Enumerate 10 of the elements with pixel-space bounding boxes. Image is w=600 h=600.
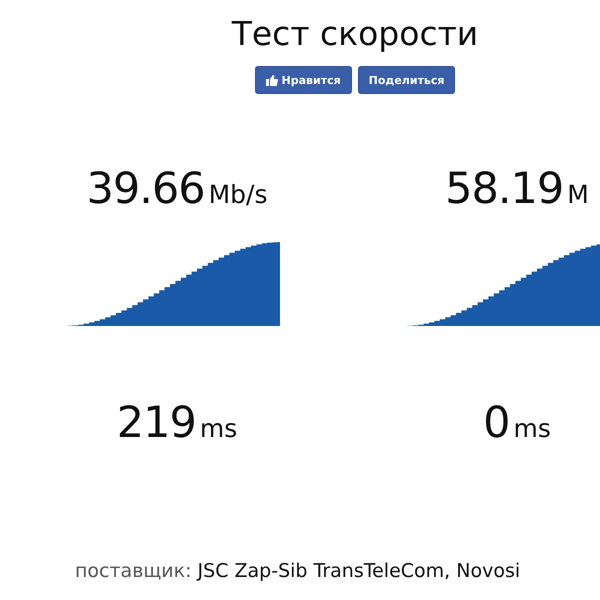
share-button[interactable]: Поделиться xyxy=(358,66,456,94)
like-button[interactable]: Нравится xyxy=(254,66,352,94)
speed-value: 39.66 Mb/s xyxy=(86,164,268,214)
provider-name: JSC Zap-Sib TransTeleCom, Novosi xyxy=(198,560,520,582)
thumbs-up-icon xyxy=(266,74,278,86)
speed-value: 58.19 M xyxy=(445,164,589,214)
ping-value: 0 ms xyxy=(483,398,551,448)
provider-label: поставщик: xyxy=(75,560,192,582)
ping-value: 219 ms xyxy=(116,398,238,448)
page-title: Тест скорости xyxy=(232,13,478,55)
